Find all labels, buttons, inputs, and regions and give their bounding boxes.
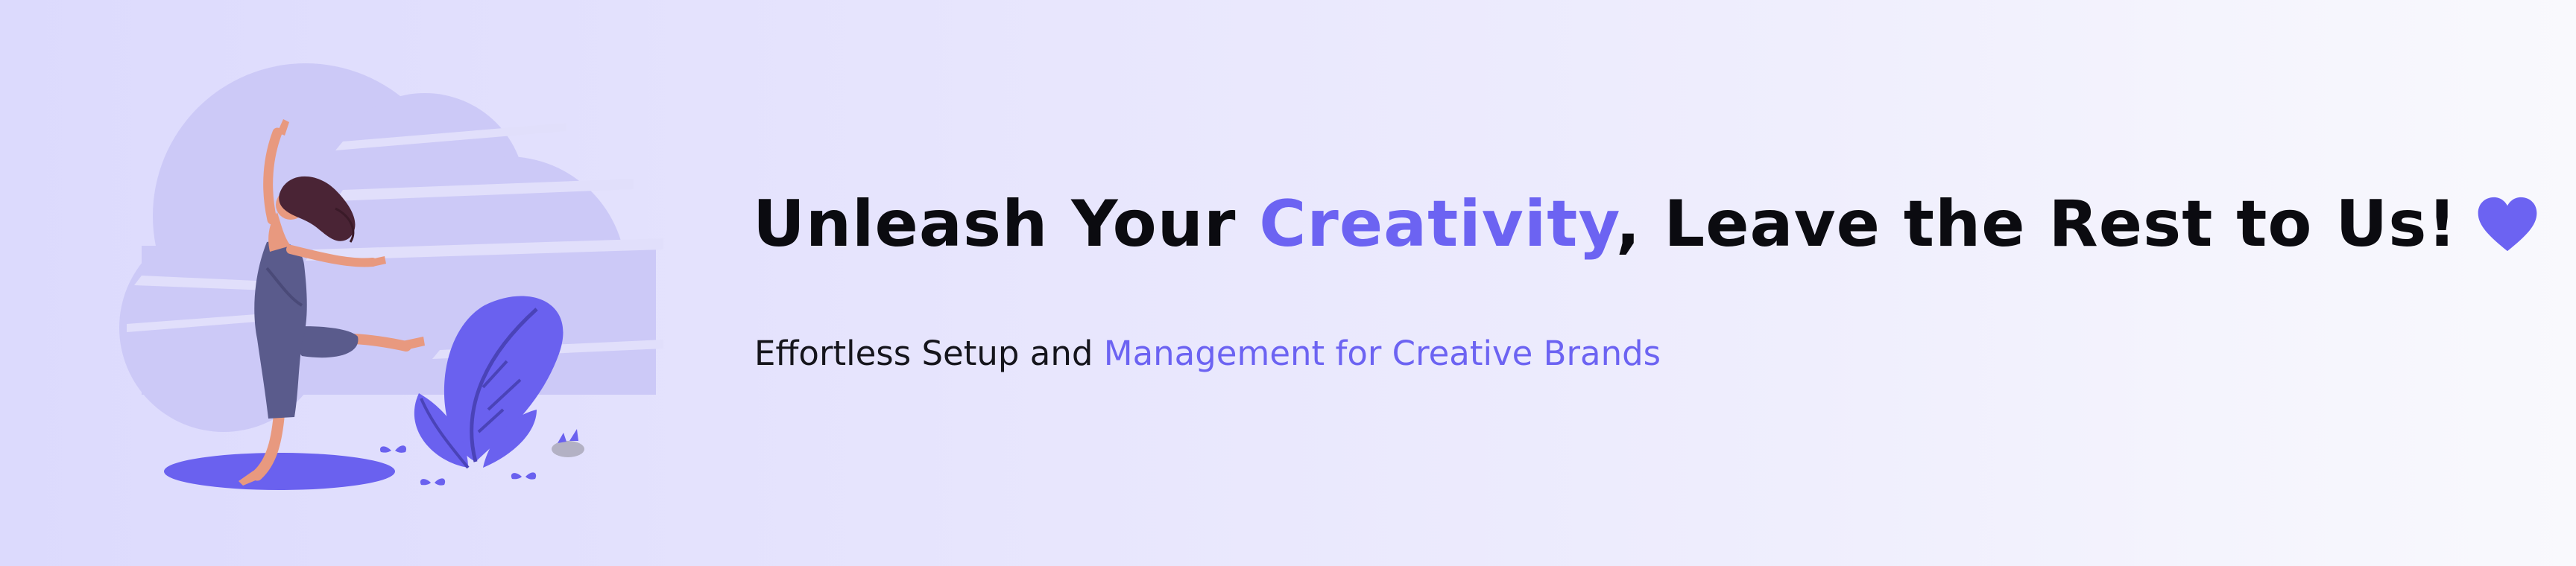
subline-part-1: Effortless Setup and bbox=[754, 334, 1104, 373]
hero-headline: Unleash Your Creativity, Leave the Rest … bbox=[753, 192, 2538, 257]
heart-icon bbox=[2478, 197, 2537, 251]
dancing-woman-illustration bbox=[119, 63, 663, 490]
cloud-backdrop bbox=[119, 63, 663, 432]
headline-accent: Creativity bbox=[1259, 187, 1616, 261]
hero-banner: Unleash Your Creativity, Leave the Rest … bbox=[0, 0, 2576, 566]
subline-accent: Management for Creative Brands bbox=[1103, 334, 1661, 373]
ground-shadow bbox=[164, 453, 395, 490]
rock-icon bbox=[552, 429, 584, 457]
headline-part-1: Unleash Your bbox=[753, 187, 1260, 261]
hero-subheadline: Effortless Setup and Management for Crea… bbox=[754, 337, 1661, 370]
headline-part-2: , Leave the Rest to Us! bbox=[1615, 187, 2457, 261]
